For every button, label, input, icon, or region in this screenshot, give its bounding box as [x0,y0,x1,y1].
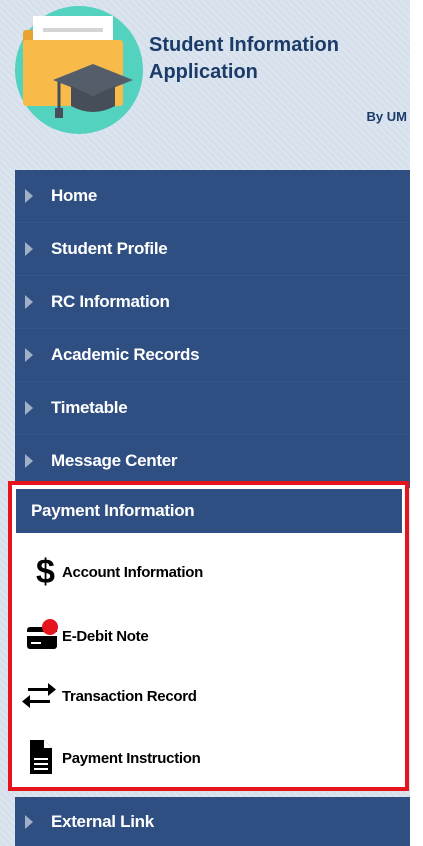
sidebar: Student Information Application By UM Ho… [0,0,410,846]
nav-item-student-profile[interactable]: Student Profile [15,223,410,276]
caret-right-icon [25,401,33,415]
nav-item-timetable[interactable]: Timetable [15,382,410,435]
payment-information-group: Payment Information $ Account Informatio… [8,481,409,791]
card-notification-icon [16,616,62,656]
nav-item-label: External Link [51,811,154,831]
document-icon [16,738,62,778]
nav-item-label: Academic Records [51,345,200,364]
nav-item-label: RC Information [51,292,170,311]
nav-item-academic-records[interactable]: Academic Records [15,329,410,382]
payment-instruction-item[interactable]: Payment Instruction [16,731,402,785]
nav-item-rc-information[interactable]: RC Information [15,276,410,329]
caret-right-icon [25,814,33,829]
account-information-item[interactable]: $ Account Information [16,545,402,599]
dollar-icon: $ [36,553,55,591]
caret-right-icon [25,242,33,256]
transfer-arrows-icon [16,676,62,716]
payment-information-label: Payment Information [31,501,195,520]
e-debit-note-item[interactable]: E-Debit Note [16,609,402,663]
payment-instruction-label: Payment Instruction [62,749,201,767]
e-debit-note-label: E-Debit Note [62,627,149,645]
nav-item-label: Home [51,186,98,205]
app-title: Student Information Application [149,34,339,83]
transaction-record-label: Transaction Record [62,687,197,705]
main-nav: Home Student Profile RC Information Acad… [15,170,410,488]
transaction-record-item[interactable]: Transaction Record [16,669,402,723]
caret-right-icon [25,189,33,203]
app-header: Student Information Application By UM [0,0,410,134]
caret-right-icon [25,454,33,468]
app-logo-icon [15,6,143,134]
nav-item-external-link[interactable]: External Link [15,797,410,846]
nav-item-home[interactable]: Home [15,170,410,223]
account-information-label: Account Information [62,563,203,581]
nav-item-label: Timetable [51,398,128,417]
app-byline: By UM [366,109,407,124]
nav-item-label: Message Center [51,451,178,470]
payment-information-header[interactable]: Payment Information [16,489,402,533]
caret-right-icon [25,348,33,362]
caret-right-icon [25,295,33,309]
nav-item-label: Student Profile [51,239,168,258]
